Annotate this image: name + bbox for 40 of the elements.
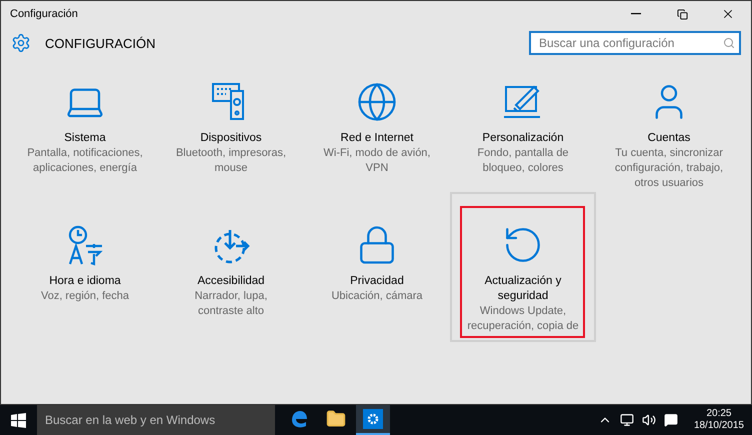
tile-description: Narrador, lupa, contraste alto: [194, 289, 268, 319]
tile-title[interactable]: Privacidad: [350, 274, 404, 289]
tile-description: Tu cuenta, sincronizar configuración, trabajo, otros usuarios: [614, 146, 724, 191]
folder-icon: [326, 409, 346, 429]
notification-icon[interactable]: [664, 413, 678, 427]
tile-title[interactable]: Accesibilidad: [197, 274, 265, 289]
tile-description: Bluetooth, impresoras, mouse: [176, 146, 286, 176]
windows-logo-icon: [11, 412, 26, 428]
tile-title[interactable]: Personalización: [482, 131, 564, 146]
tile-description: Voz, región, fecha: [40, 289, 130, 304]
settings-tile[interactable]: Actualización y seguridad Windows Update, recuperación, copia de: [450, 192, 596, 342]
settings-icon: [363, 409, 383, 429]
restore-icon: [676, 8, 688, 20]
tile-description: Pantalla, notificaciones, aplicaciones, energía: [27, 146, 143, 176]
page-title: CONFIGURACIÓN: [45, 36, 156, 50]
search-input[interactable]: Buscar una configuración: [537, 35, 723, 51]
window-title: Configuración: [10, 8, 79, 20]
browser-icon: [289, 409, 309, 429]
tile-title[interactable]: Sistema: [64, 131, 106, 146]
tile-title[interactable]: Dispositivos: [200, 131, 262, 146]
settings-icon: [11, 33, 31, 53]
globe-icon: [356, 81, 398, 123]
volume-icon[interactable]: [642, 413, 656, 427]
minimize-icon: [631, 13, 641, 15]
search-placeholder: Buscar en la web y en Windows: [45, 413, 216, 427]
network-icon[interactable]: [620, 413, 634, 427]
tile-description: Ubicación, cámara: [331, 289, 423, 304]
taskbar-app-button[interactable]: [356, 405, 390, 435]
tile-title[interactable]: Actualización y seguridad: [484, 274, 562, 304]
search-icon: [723, 37, 735, 49]
taskbar-search-field[interactable]: Buscar en la web y en Windows: [37, 405, 275, 435]
tile-title[interactable]: Red e Internet: [340, 131, 414, 146]
tile-title[interactable]: Hora e idioma: [49, 274, 121, 289]
tile-description: Windows Update, recuperación, copia de: [467, 304, 579, 334]
search-field[interactable]: Buscar una configuración: [529, 31, 741, 55]
tile-title[interactable]: Cuentas: [648, 131, 690, 146]
tile-description: Wi-Fi, modo de avión, VPN: [324, 146, 430, 176]
taskbar-clock[interactable]: 20:25 18/10/2015: [694, 408, 744, 432]
tile-description: Fondo, pantalla de bloqueo, colores: [477, 146, 569, 176]
close-icon: [721, 7, 735, 21]
